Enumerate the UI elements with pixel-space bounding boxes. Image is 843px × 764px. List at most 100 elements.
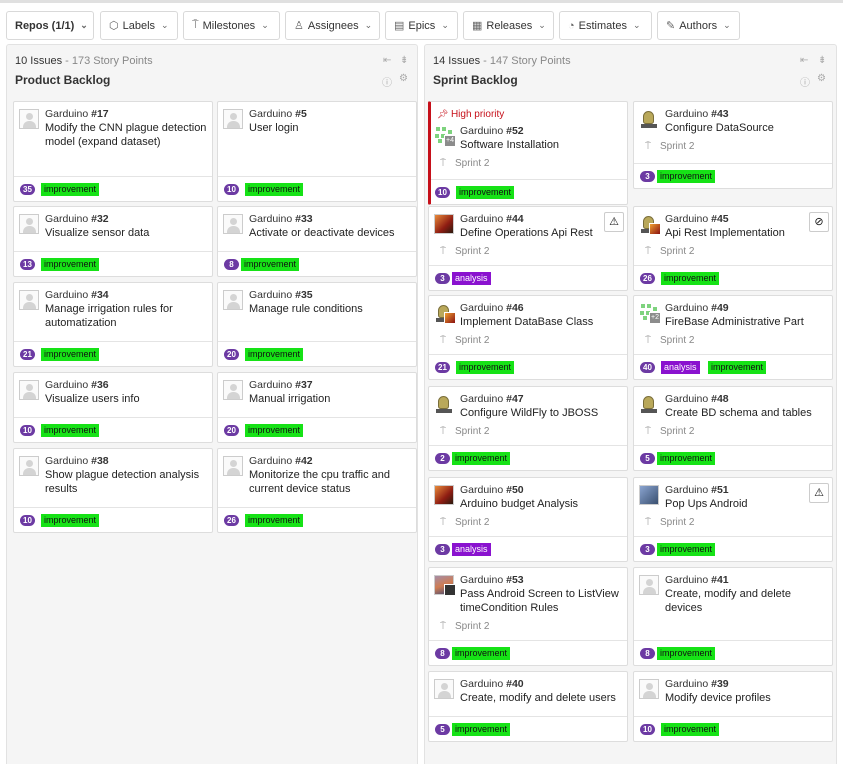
filter-button-repos[interactable]: Repos (1/1) ⌄	[6, 11, 94, 40]
issue-number[interactable]: #44	[506, 213, 524, 225]
issue-number[interactable]: #5	[295, 108, 307, 120]
filter-button-assignees[interactable]: ♙ Assignees ⌄	[285, 11, 380, 40]
issue-card[interactable]: Garduino #42 Monitorize the cpu traffic a…	[217, 448, 417, 533]
issue-card[interactable]: Garduino #46 Implement DataBase Class ⍑ Spr…	[428, 295, 628, 380]
label-improvement[interactable]: improvement	[661, 723, 720, 736]
pin-icon[interactable]: ⇟	[818, 55, 826, 66]
issue-title[interactable]: Configure DataSource	[665, 121, 828, 135]
issue-number[interactable]: #37	[295, 379, 313, 391]
label-improvement[interactable]: improvement	[41, 258, 100, 271]
issue-card[interactable]: Garduino #38 Show plague detection analys…	[13, 448, 213, 533]
issue-title[interactable]: Api Rest Implementation	[665, 226, 828, 240]
issue-number[interactable]: #32	[91, 213, 109, 225]
issue-title[interactable]: Pop Ups Android	[665, 497, 828, 511]
label-improvement[interactable]: improvement	[452, 723, 511, 736]
issue-card[interactable]: Garduino #41 Create, modify and delete de…	[633, 567, 833, 666]
milestone[interactable]: ⍑ Sprint 2	[645, 517, 694, 528]
issue-number[interactable]: #39	[711, 678, 729, 690]
issue-number[interactable]: #41	[711, 574, 729, 586]
label-improvement[interactable]: improvement	[456, 361, 515, 374]
label-analysis[interactable]: analysis	[452, 543, 491, 556]
issue-title[interactable]: Manage irrigation rules for automatizati…	[45, 302, 208, 330]
milestone[interactable]: ⍑ Sprint 2	[440, 621, 489, 632]
milestone[interactable]: ⍑ Sprint 2	[440, 335, 489, 346]
issue-number[interactable]: #35	[295, 289, 313, 301]
info-icon[interactable]: ⓘ	[800, 74, 810, 89]
label-improvement[interactable]: improvement	[708, 361, 767, 374]
issue-card[interactable]: Garduino #51 Pop Ups Android ⍑ Sprint 2 ⚠ 3 im…	[633, 477, 833, 562]
label-improvement[interactable]: improvement	[41, 183, 100, 196]
issue-title[interactable]: Show plague detection analysis results	[45, 468, 208, 496]
issue-number[interactable]: #52	[506, 125, 524, 137]
issue-card[interactable]: Garduino #50 Arduino budget Analysis ⍑ Spri…	[428, 477, 628, 562]
filter-button-authors[interactable]: ✎ Authors ⌄	[657, 11, 740, 40]
issue-title[interactable]: Modify device profiles	[665, 691, 828, 705]
milestone[interactable]: ⍑ Sprint 2	[645, 141, 694, 152]
issue-title[interactable]: User login	[249, 121, 412, 135]
issue-card[interactable]: Garduino #40 Create, modify and delete us…	[428, 671, 628, 742]
issue-number[interactable]: #17	[91, 108, 109, 120]
issue-title[interactable]: Create, modify and delete devices	[665, 587, 828, 615]
label-analysis[interactable]: analysis	[452, 272, 491, 285]
issue-number[interactable]: #42	[295, 455, 313, 467]
issue-number[interactable]: #33	[295, 213, 313, 225]
collapse-left-icon[interactable]: ⇤	[383, 55, 391, 66]
issue-title[interactable]: Implement DataBase Class	[460, 315, 623, 329]
issue-title[interactable]: Manual irrigation	[249, 392, 412, 406]
issue-card[interactable]: Garduino #33 Activate or deactivate devic…	[217, 206, 417, 277]
issue-title[interactable]: Arduino budget Analysis	[460, 497, 623, 511]
warning-icon[interactable]: ⚠	[809, 483, 829, 503]
milestone[interactable]: ⍑ Sprint 2	[440, 426, 489, 437]
issue-title[interactable]: Software Installation	[460, 138, 623, 152]
filter-button-estimates[interactable]: ◔ Estimates ⌄	[559, 11, 652, 40]
issue-title[interactable]: Pass Android Screen to ListView timeCond…	[460, 587, 623, 615]
label-improvement[interactable]: improvement	[241, 258, 300, 271]
issue-title[interactable]: FireBase Administrative Part	[665, 315, 828, 329]
issue-title[interactable]: Define Operations Api Rest	[460, 226, 623, 240]
issue-card[interactable]: Garduino #48 Create BD schema and tables ⍑…	[633, 386, 833, 471]
issue-number[interactable]: #46	[506, 302, 524, 314]
gear-icon[interactable]: ⚙	[399, 73, 408, 84]
issue-number[interactable]: #51	[711, 484, 729, 496]
issue-card[interactable]: Garduino #35 Manage rule conditions 20 impr…	[217, 282, 417, 367]
collapse-left-icon[interactable]: ⇤	[800, 55, 808, 66]
issue-number[interactable]: #34	[91, 289, 109, 301]
issue-card[interactable]: +2 Garduino #49 FireBase Administrative Pa…	[633, 295, 833, 380]
filter-button-epics[interactable]: ▤ Epics ⌄	[385, 11, 458, 40]
issue-card[interactable]: Garduino #43 Configure DataSource ⍑ Sprint …	[633, 101, 833, 189]
info-icon[interactable]: ⓘ	[382, 74, 392, 89]
issue-number[interactable]: #38	[91, 455, 109, 467]
issue-card[interactable]: Garduino #39 Modify device profiles 10 impr…	[633, 671, 833, 742]
issue-number[interactable]: #45	[711, 213, 729, 225]
blocked-icon[interactable]: ⊘	[809, 212, 829, 232]
milestone[interactable]: ⍑ Sprint 2	[440, 158, 489, 169]
label-improvement[interactable]: improvement	[245, 348, 304, 361]
issue-card[interactable]: Garduino #5 User login 10 improvement	[217, 101, 417, 202]
issue-title[interactable]: Create BD schema and tables	[665, 406, 828, 420]
issue-card[interactable]: Garduino #34 Manage irrigation rules for …	[13, 282, 213, 367]
issue-card[interactable]: Garduino #32 Visualize sensor data 13 impro…	[13, 206, 213, 277]
issue-title[interactable]: Activate or deactivate devices	[249, 226, 412, 240]
label-improvement[interactable]: improvement	[657, 647, 716, 660]
issue-number[interactable]: #43	[711, 108, 729, 120]
milestone[interactable]: ⍑ Sprint 2	[645, 426, 694, 437]
issue-card[interactable]: Garduino #44 Define Operations Api Rest ⍑ S…	[428, 206, 628, 291]
filter-button-releases[interactable]: ▦ Releases ⌄	[463, 11, 554, 40]
issue-card[interactable]: Garduino #47 Configure WildFly to JBOSS ⍑ S…	[428, 386, 628, 471]
issue-title[interactable]: Configure WildFly to JBOSS	[460, 406, 623, 420]
milestone[interactable]: ⍑ Sprint 2	[645, 246, 694, 257]
issue-card[interactable]: Garduino #53 Pass Android Screen to ListV…	[428, 567, 628, 666]
label-improvement[interactable]: improvement	[41, 348, 100, 361]
label-improvement[interactable]: improvement	[456, 186, 515, 199]
gear-icon[interactable]: ⚙	[817, 73, 826, 84]
issue-title[interactable]: Visualize users info	[45, 392, 208, 406]
milestone[interactable]: ⍑ Sprint 2	[440, 246, 489, 257]
issue-number[interactable]: #50	[506, 484, 524, 496]
label-improvement[interactable]: improvement	[452, 647, 511, 660]
label-improvement[interactable]: improvement	[657, 170, 716, 183]
label-analysis[interactable]: analysis	[661, 361, 700, 374]
issue-title[interactable]: Create, modify and delete users	[460, 691, 623, 705]
milestone[interactable]: ⍑ Sprint 2	[440, 517, 489, 528]
label-improvement[interactable]: improvement	[452, 452, 511, 465]
issue-card[interactable]: Garduino #36 Visualize users info 10 improv…	[13, 372, 213, 443]
